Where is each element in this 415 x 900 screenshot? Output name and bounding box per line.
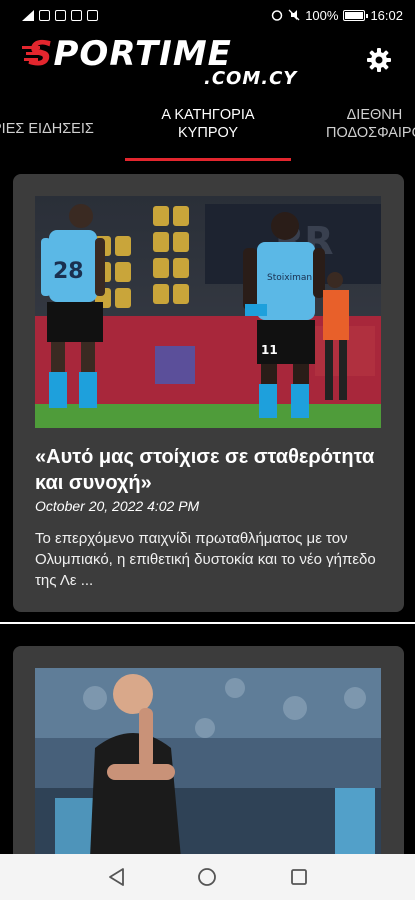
article-image[interactable]: RR 28 Stoiximan 11 <box>35 196 381 428</box>
battery-icon <box>343 9 369 21</box>
logo-wordmark: SPORTIME <box>28 34 232 74</box>
alarm-icon <box>271 10 283 21</box>
coach-photo <box>35 668 381 854</box>
status-right: 100% 16:02 <box>271 8 403 23</box>
tab-label-line: Α ΚΑΤΗΓΟΡΙΑ ΚΥΠΡΟΥ <box>161 107 255 141</box>
app-header: SPORTIME .COM.CY <box>0 30 415 92</box>
article-card[interactable] <box>13 646 404 854</box>
svg-text:28: 28 <box>53 259 84 284</box>
football-players-photo: RR 28 Stoiximan 11 <box>35 196 381 428</box>
article-image[interactable] <box>35 668 381 854</box>
home-circle-icon[interactable] <box>196 866 218 888</box>
tab-latest-news[interactable]: ΡΙΕΣ ΕΙΔΗΣΕΙΣ <box>0 120 94 138</box>
sportime-logo[interactable]: SPORTIME .COM.CY <box>22 34 318 90</box>
article-title[interactable]: «Αυτό μας στοίχισε σε σταθερότητα και συ… <box>35 444 385 496</box>
svg-text:11: 11 <box>261 343 278 357</box>
notification-icon <box>55 9 66 21</box>
recents-square-icon[interactable] <box>288 866 310 888</box>
category-tabs: ΡΙΕΣ ΕΙΔΗΣΕΙΣ Α ΚΑΤΗΓΟΡΙΑ ΚΥΠΡΟΥ ΔΙΕΘΝΗ … <box>0 96 415 166</box>
back-triangle-icon[interactable] <box>105 866 127 888</box>
mute-icon <box>288 9 300 21</box>
system-nav-bar <box>0 854 415 900</box>
signal-icon <box>22 9 34 21</box>
notification-icon <box>87 9 98 21</box>
clock: 16:02 <box>370 7 403 23</box>
news-feed[interactable]: RR 28 Stoiximan 11 «Αυτό μας στοίχισε σε… <box>0 166 415 854</box>
tab-international-football[interactable]: ΔΙΕΘΝΗ ΠΟΔΟΣΦΑΙΡΟ <box>326 106 415 142</box>
article-excerpt: Το επερχόμενο παιχνίδι πρωταθλήματος με … <box>35 530 376 589</box>
notification-icon <box>71 9 82 21</box>
notification-icon <box>39 9 50 21</box>
status-bar: 100% 16:02 <box>0 0 415 30</box>
gear-icon[interactable] <box>365 46 393 74</box>
active-tab-indicator <box>125 158 291 161</box>
tab-cyprus-first-division[interactable]: Α ΚΑΤΗΓΟΡΙΑ ΚΥΠΡΟΥ <box>125 106 291 142</box>
tab-label-line: ΔΙΕΘΝΗ ΠΟΔΟΣΦΑΙΡΟ <box>326 107 415 141</box>
article-date: October 20, 2022 4:02 PM <box>35 498 200 514</box>
logo-domain: .COM.CY <box>204 68 298 89</box>
battery-percent: 100% <box>305 7 339 23</box>
section-divider <box>0 622 415 624</box>
article-card[interactable]: RR 28 Stoiximan 11 «Αυτό μας στοίχισε σε… <box>13 174 404 612</box>
status-left <box>22 9 98 21</box>
svg-text:Stoiximan: Stoiximan <box>267 273 312 283</box>
